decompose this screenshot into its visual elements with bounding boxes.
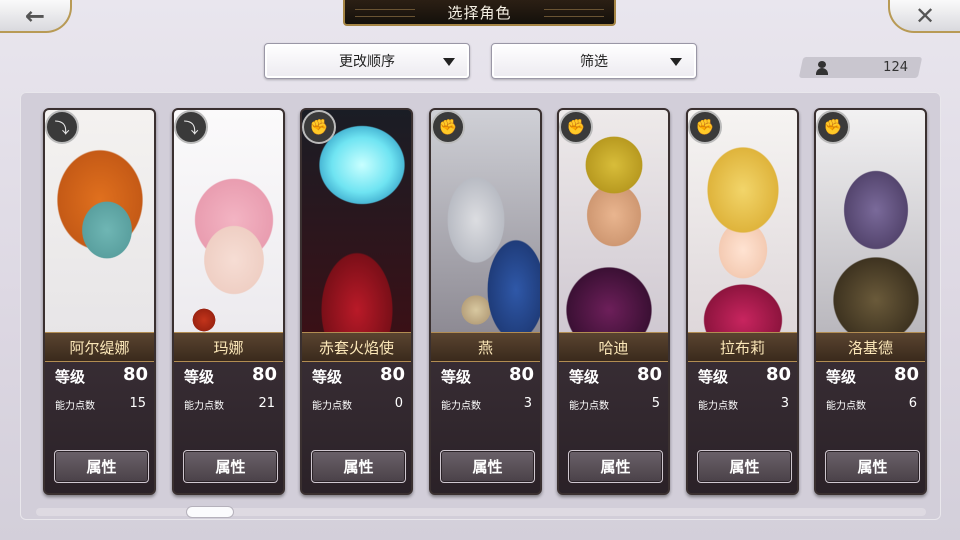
level-value: 80 (636, 364, 662, 385)
ability-points-value: 5 (651, 396, 660, 411)
level-label: 等级 (441, 368, 472, 386)
attributes-button[interactable]: 属性 (825, 450, 920, 483)
close-icon: ✕ (914, 1, 936, 30)
character-card[interactable]: ✊ 洛基德等级 80 能力点数 6 属性 (814, 108, 927, 495)
ability-points-value: 6 (908, 396, 917, 411)
level-label: 等级 (826, 368, 857, 386)
level-value: 80 (251, 364, 277, 385)
fist-icon: ✊ (559, 110, 593, 144)
ability-points-label: 能力点数 (312, 401, 352, 412)
fist-icon: ✊ (302, 110, 336, 144)
level-label: 等级 (184, 368, 215, 386)
character-name: 赤套火焰使 (302, 332, 411, 362)
attributes-button[interactable]: 属性 (440, 450, 535, 483)
page-title: 选择角色 (447, 3, 512, 22)
level-value: 80 (508, 364, 534, 385)
page-title-plate: 选择角色 (343, 0, 616, 26)
level-value: 80 (122, 364, 148, 385)
attributes-button[interactable]: 属性 (183, 450, 278, 483)
character-name: 哈迪 (559, 332, 668, 362)
level-value: 80 (379, 364, 405, 385)
ability-points-label: 能力点数 (184, 401, 224, 412)
character-name: 拉布莉 (688, 332, 797, 362)
ability-points-label: 能力点数 (441, 401, 481, 412)
chevron-down-icon (670, 58, 682, 66)
ability-points-value: 3 (523, 396, 532, 411)
ability-points-label: 能力点数 (826, 401, 866, 412)
character-name: 燕 (431, 332, 540, 362)
horizontal-scrollbar-track[interactable] (36, 508, 926, 516)
character-card[interactable]: ⤵ 阿尔缇娜等级 80 能力点数 15 属性 (43, 108, 156, 495)
ability-points-label: 能力点数 (55, 401, 95, 412)
ability-points-label: 能力点数 (698, 401, 738, 412)
back-arrow-icon: ← (24, 1, 46, 30)
level-value: 80 (893, 364, 919, 385)
attributes-button[interactable]: 属性 (311, 450, 406, 483)
level-label: 等级 (55, 368, 86, 386)
attributes-button[interactable]: 属性 (697, 450, 792, 483)
character-card[interactable]: ✊ 赤套火焰使等级 80 能力点数 0 属性 (300, 108, 413, 495)
horizontal-scrollbar-thumb[interactable] (186, 506, 234, 518)
character-card[interactable]: ✊ 拉布莉等级 80 能力点数 3 属性 (686, 108, 799, 495)
filter-dropdown-label: 筛选 (580, 54, 608, 70)
attributes-button[interactable]: 属性 (54, 450, 149, 483)
level-label: 等级 (312, 368, 343, 386)
character-name: 洛基德 (816, 332, 925, 362)
sort-dropdown[interactable]: 更改顺序 (264, 43, 470, 79)
level-label: 等级 (698, 368, 729, 386)
person-icon (815, 61, 829, 75)
character-card[interactable]: ✊ 燕等级 80 能力点数 3 属性 (429, 108, 542, 495)
character-name: 阿尔缇娜 (45, 332, 154, 362)
filter-dropdown[interactable]: 筛选 (491, 43, 697, 79)
character-count-box: 124 (798, 57, 923, 78)
ability-points-value: 15 (129, 396, 146, 411)
fist-icon: ✊ (431, 110, 465, 144)
ability-points-label: 能力点数 (569, 401, 609, 412)
close-button[interactable]: ✕ (888, 0, 960, 33)
sort-dropdown-label: 更改顺序 (339, 54, 395, 70)
fist-icon: ✊ (816, 110, 850, 144)
fist-icon: ✊ (688, 110, 722, 144)
character-card[interactable]: ⤵ 玛娜等级 80 能力点数 21 属性 (172, 108, 285, 495)
level-label: 等级 (569, 368, 600, 386)
character-card[interactable]: ✊ 哈迪等级 80 能力点数 5 属性 (557, 108, 670, 495)
ability-points-value: 3 (780, 396, 789, 411)
attributes-button[interactable]: 属性 (568, 450, 663, 483)
bow-icon: ⤵ (174, 110, 208, 144)
level-value: 80 (765, 364, 791, 385)
character-name: 玛娜 (174, 332, 283, 362)
ability-points-value: 0 (394, 396, 403, 411)
bow-icon: ⤵ (45, 110, 79, 144)
ability-points-value: 21 (258, 396, 275, 411)
back-button[interactable]: ← (0, 0, 72, 33)
character-count: 124 (883, 60, 908, 75)
chevron-down-icon (443, 58, 455, 66)
